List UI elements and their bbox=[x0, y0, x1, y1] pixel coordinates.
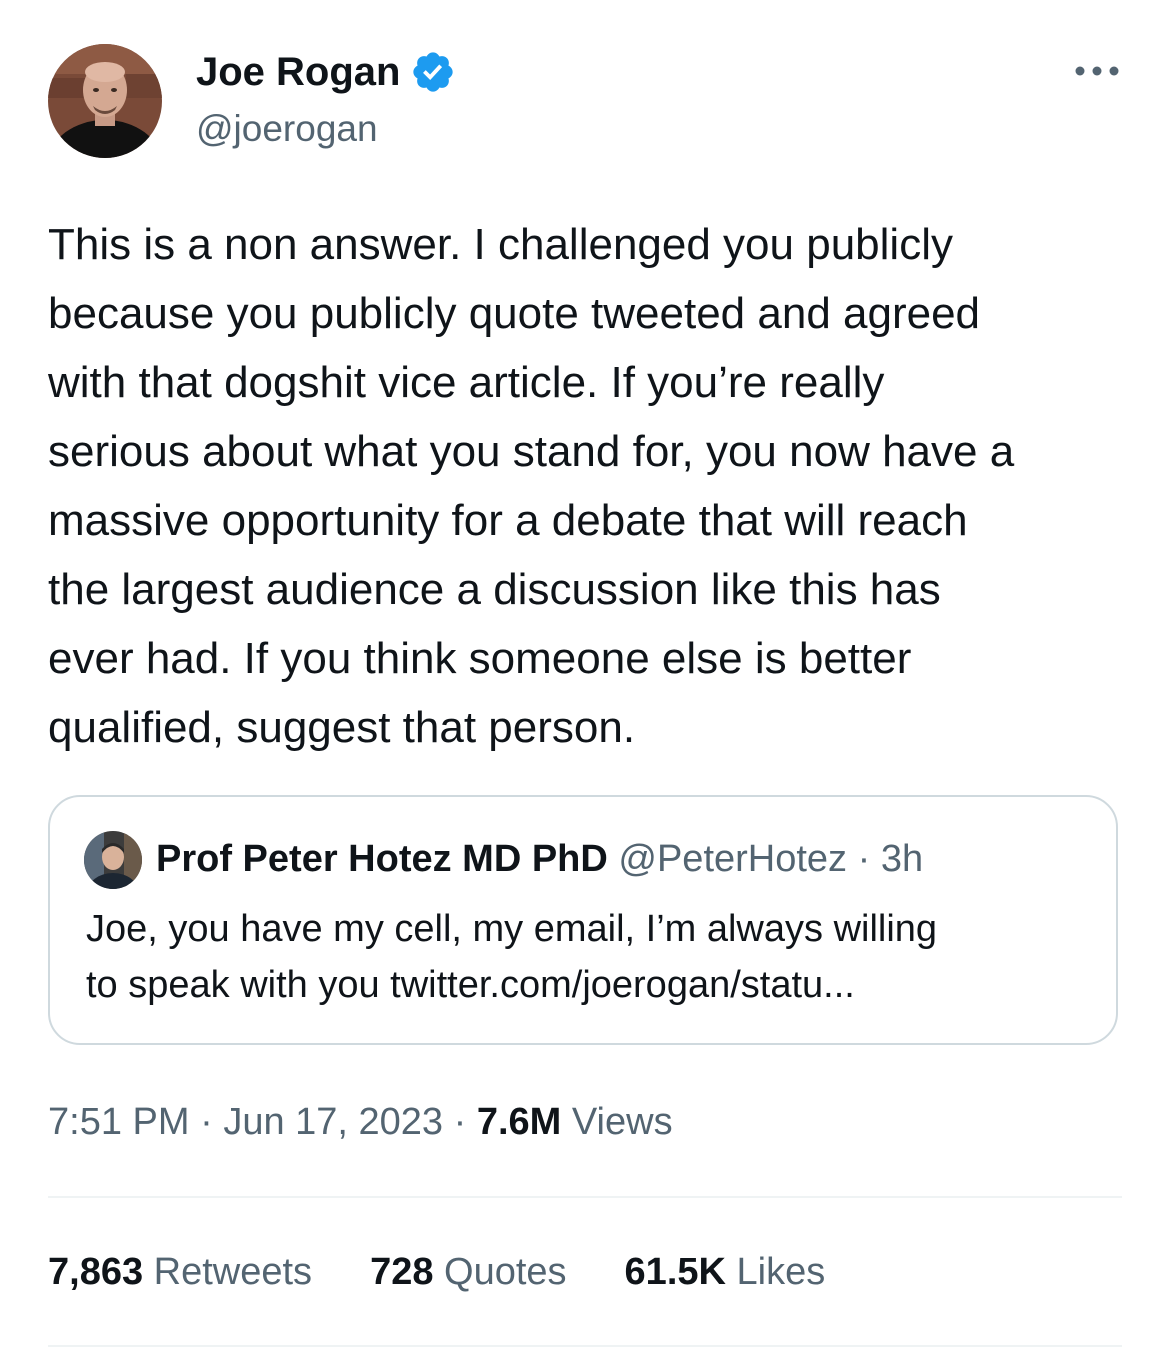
quoted-handle-text: @PeterHotez bbox=[618, 838, 848, 880]
quoted-tweet-time[interactable]: 3h bbox=[881, 838, 923, 880]
tweet-detail: Joe Rogan @joerogan This is a non answer… bbox=[0, 0, 1170, 1351]
retweets-label: Retweets bbox=[143, 1251, 313, 1293]
views-label[interactable]: Views bbox=[561, 1101, 673, 1143]
tweet-text-line: with that dogshit vice article. If you’r… bbox=[48, 358, 885, 407]
quoted-tweet-header: Prof Peter Hotez MD PhD @PeterHotez · 3h bbox=[156, 833, 923, 885]
tweet-text-line: ever had. If you think someone else is b… bbox=[48, 634, 912, 683]
tweet-text: This is a non answer. I challenged you p… bbox=[48, 210, 1128, 762]
quotes-count: 728 bbox=[370, 1251, 434, 1293]
timestamp-separator: · bbox=[189, 1101, 224, 1143]
tweet-text-line: serious about what you stand for, you no… bbox=[48, 427, 1015, 476]
tweet-timestamp: 7:51 PM · Jun 17, 2023 · 7.6M Views bbox=[48, 1094, 673, 1150]
author-name[interactable]: Joe Rogan bbox=[196, 48, 456, 96]
likes-label: Likes bbox=[725, 1251, 826, 1293]
quotes-label: Quotes bbox=[433, 1251, 567, 1293]
quoted-author-name[interactable]: Prof Peter Hotez MD PhD bbox=[156, 838, 608, 880]
quoted-text-line: Joe, you have my cell, my email, I’m alw… bbox=[86, 908, 938, 950]
tweet-time[interactable]: 7:51 PM bbox=[48, 1101, 190, 1143]
quoted-text-line: to speak with you twitter.com/joerogan/s… bbox=[86, 964, 855, 1006]
engagement-stats: 7,863 Retweets 728 Quotes 61.5K Likes bbox=[48, 1244, 883, 1300]
views-count[interactable]: 7.6M bbox=[477, 1101, 561, 1143]
tweet-text-line: This is a non answer. I challenged you p… bbox=[48, 220, 953, 269]
likes-stat[interactable]: 61.5K Likes bbox=[625, 1244, 826, 1300]
tweet-text-line: the largest audience a discussion like t… bbox=[48, 565, 941, 614]
tweet-text-line: massive opportunity for a debate that wi… bbox=[48, 496, 968, 545]
author-name-text: Joe Rogan bbox=[196, 50, 401, 94]
quoted-tweet-card[interactable]: Prof Peter Hotez MD PhD @PeterHotez · 3h… bbox=[48, 795, 1118, 1045]
timestamp-separator: · bbox=[443, 1101, 477, 1143]
divider bbox=[48, 1196, 1122, 1198]
quoted-author-avatar[interactable] bbox=[84, 831, 142, 889]
retweets-count: 7,863 bbox=[48, 1251, 144, 1293]
quoted-author-handle[interactable]: @PeterHotez bbox=[618, 838, 847, 880]
author-avatar[interactable] bbox=[48, 44, 162, 158]
author-handle[interactable]: @joerogan bbox=[196, 106, 378, 152]
more-horizontal-icon[interactable] bbox=[1072, 56, 1122, 86]
tweet-text-line: because you publicly quote tweeted and a… bbox=[48, 289, 981, 338]
quoted-separator: · bbox=[847, 838, 881, 880]
tweet-date[interactable]: Jun 17, 2023 bbox=[223, 1101, 443, 1143]
verified-badge-icon[interactable] bbox=[410, 49, 456, 95]
divider bbox=[48, 1345, 1122, 1347]
quotes-stat[interactable]: 728 Quotes bbox=[370, 1244, 566, 1300]
tweet-text-line: qualified, suggest that person. bbox=[48, 703, 636, 752]
retweets-stat[interactable]: 7,863 Retweets bbox=[48, 1244, 312, 1300]
quoted-tweet-text: Joe, you have my cell, my email, I’m alw… bbox=[86, 901, 1096, 1013]
likes-count: 61.5K bbox=[624, 1251, 726, 1293]
